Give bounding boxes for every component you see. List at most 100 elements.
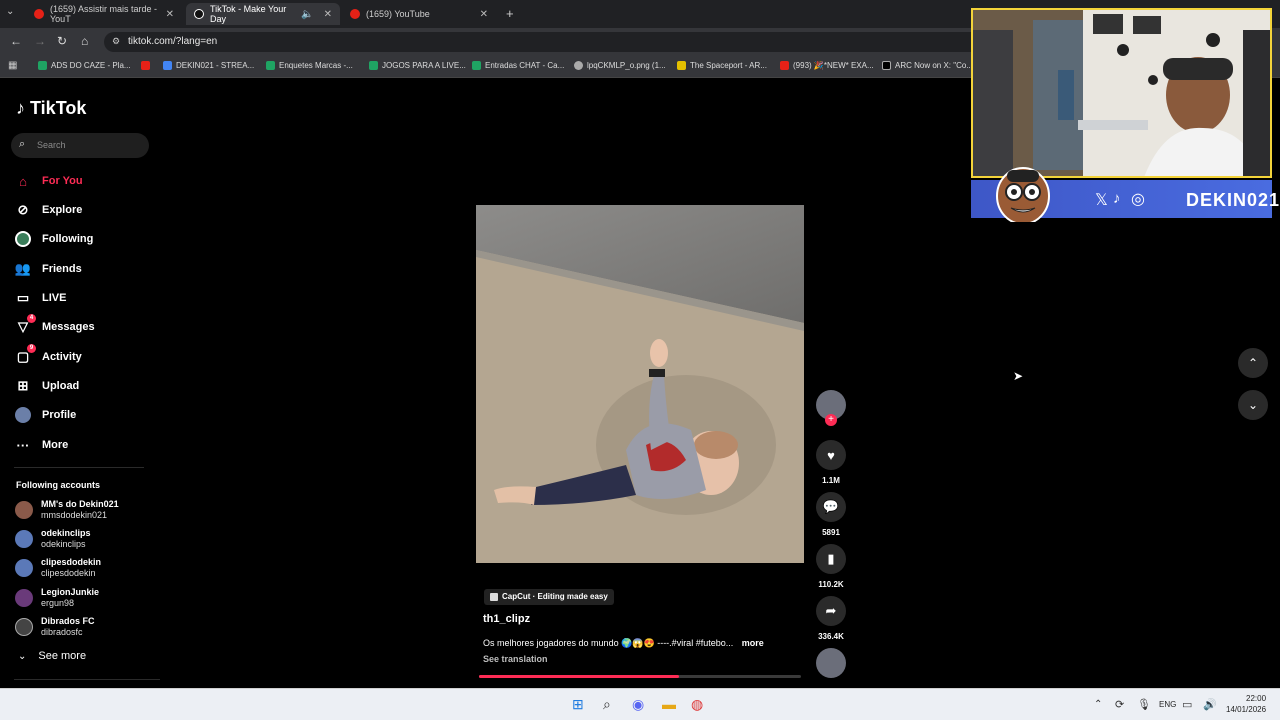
video-caption: Os melhores jogadores do mundo 🌍😱😍 ----.… [483,638,764,649]
nav-label: Profile [42,409,77,421]
see-more-button[interactable]: ⌄ See more [18,650,86,662]
discord-icon[interactable]: ◉ [632,696,644,713]
nav-following[interactable]: Following [14,230,93,248]
see-translation-link[interactable]: See translation [483,654,548,664]
video-progress-bar[interactable] [479,675,801,678]
system-clock[interactable]: 22:00 14/01/2026 [1226,693,1266,715]
close-icon[interactable]: ✕ [166,9,174,20]
like-button[interactable]: ♥ 1.1M [816,440,846,485]
chrome-icon[interactable]: ◍ [691,696,703,713]
notification-badge: 9 [27,344,36,353]
next-video-button[interactable]: ⌄ [1238,390,1268,420]
share-button[interactable]: ➦ 336.4K [816,596,846,641]
notification-badge: 4 [27,314,36,323]
bookmark[interactable]: The Spaceport - AR... [677,61,767,70]
caption-more-button[interactable]: more [742,638,764,648]
speaker-icon[interactable]: 🔈 [301,9,313,20]
site-info-icon[interactable]: ⚙ [112,36,120,47]
caption-text: Os melhores jogadores do mundo 🌍😱😍 ----.… [483,638,734,648]
account-handle: clipesdodekin [41,568,96,578]
bookmark[interactable]: lpqCKMLP_o.png (1... [574,61,666,70]
comment-button[interactable]: 💬 5891 [816,492,846,537]
tiktok-note-icon: ♪ [16,98,25,118]
live-icon: ▭ [16,290,30,305]
bookmark-label: Enquetes Marcas -... [279,61,353,70]
bookmark[interactable]: Entradas CHAT - Ca... [472,61,564,70]
tab-tiktok[interactable]: TikTok - Make Your Day 🔈 ✕ [186,3,340,25]
friends-icon: 👥 [14,261,32,276]
save-button[interactable]: ▮ 110.2K [816,544,846,589]
nav-for-you[interactable]: ⌂ For You [14,172,82,190]
bookmark-youtube[interactable] [141,61,154,70]
sync-icon[interactable]: ⟳ [1115,698,1124,711]
cartoon-avatar-logo [996,167,1050,222]
new-tab-button[interactable]: + [506,6,514,21]
youtube-icon [34,9,44,19]
nav-label: Messages [42,321,95,333]
nav-more[interactable]: ··· More [14,436,69,454]
close-icon[interactable]: ✕ [324,9,332,20]
nav-messages[interactable]: ▽ 4 Messages [14,314,95,336]
tiktok-logo[interactable]: ♪ TikTok [16,98,86,119]
tab-search-icon[interactable]: ⌄ [6,6,14,17]
tab-watch-later[interactable]: (1659) Assistir mais tarde - YouT ✕ [26,3,182,25]
chevron-down-icon: ⌄ [1247,398,1259,412]
account-item[interactable]: odekinclips odekinclips [15,528,91,550]
sheets-icon [266,61,275,70]
bookmark[interactable]: ARC Now on X: "Co... [882,61,973,70]
close-icon[interactable]: ✕ [480,9,488,20]
capcut-label: CapCut · Editing made easy [502,592,608,601]
bookmark[interactable]: DEKIN021 - STREA... [163,61,254,70]
search-icon[interactable]: ⌕ [603,696,611,713]
bookmark[interactable]: ADS DO CAZE - Pla... [38,61,131,70]
reload-icon[interactable]: ↻ [57,34,67,48]
follow-plus-icon[interactable]: + [825,414,837,426]
tab-youtube[interactable]: (1659) YouTube ✕ [342,3,496,25]
nav-profile[interactable]: Profile [14,406,76,424]
language-indicator[interactable]: ENG [1159,700,1176,709]
previous-video-button[interactable]: ⌃ [1238,348,1268,378]
apps-icon[interactable]: ▦ [8,60,17,71]
account-item[interactable]: Dibrados FC dibradosfc [15,616,95,638]
logo-text: TikTok [30,98,87,118]
account-item[interactable]: MM's do Dekin021 mmsdodekin021 [15,499,119,521]
nav-label: LIVE [42,292,67,304]
home-icon[interactable]: ⌂ [81,34,88,48]
video-author[interactable]: th1_clipz [483,613,530,625]
account-item[interactable]: clipesdodekin clipesdodekin [15,557,101,579]
url-text: tiktok.com/?lang=en [128,36,218,47]
file-explorer-icon[interactable]: ▬ [662,696,676,712]
nav-label: More [42,439,69,451]
bookmark-label: Entradas CHAT - Ca... [485,61,565,70]
volume-icon[interactable]: 🔊 [1203,698,1217,711]
address-bar[interactable]: ⚙ tiktok.com/?lang=en [104,32,984,52]
bookmark-label: (993) 🎉*NEW* EXA... [793,61,874,70]
music-disc-icon [816,648,846,678]
microphone-icon[interactable]: 🎙 [1137,698,1151,711]
music-disc-button[interactable] [816,648,846,678]
capcut-tag[interactable]: CapCut · Editing made easy [484,589,614,605]
account-item[interactable]: LegionJunkie ergun98 [15,587,99,609]
forward-icon[interactable]: → [34,34,46,48]
nav-friends[interactable]: 👥 Friends [14,260,82,278]
creator-avatar-button[interactable]: + [816,390,846,426]
bookmark[interactable]: (993) 🎉*NEW* EXA... [780,61,874,70]
bookmark[interactable]: JOGOS PARA A LIVE... [369,61,466,70]
nav-activity[interactable]: ▢ 9 Activity [14,344,82,366]
avatar [15,530,33,548]
search-input[interactable]: ⌕ Search [11,133,149,158]
nav-live[interactable]: ▭ LIVE [14,289,67,307]
chevron-up-icon[interactable]: ⌃ [1094,699,1102,710]
account-name: LegionJunkie [41,587,100,597]
network-icon[interactable]: ▭ [1182,698,1192,711]
home-icon: ⌂ [19,173,27,189]
back-icon[interactable]: ← [10,34,22,48]
sheets-icon [472,61,481,70]
video-frame [476,205,804,563]
nav-explore[interactable]: ⊘ Explore [14,201,83,219]
video-player[interactable] [476,205,804,563]
globe-icon [574,61,583,70]
windows-start-icon[interactable]: ⊞ [572,696,584,713]
bookmark[interactable]: Enquetes Marcas -... [266,61,353,70]
nav-upload[interactable]: ⊞ Upload [14,377,80,395]
